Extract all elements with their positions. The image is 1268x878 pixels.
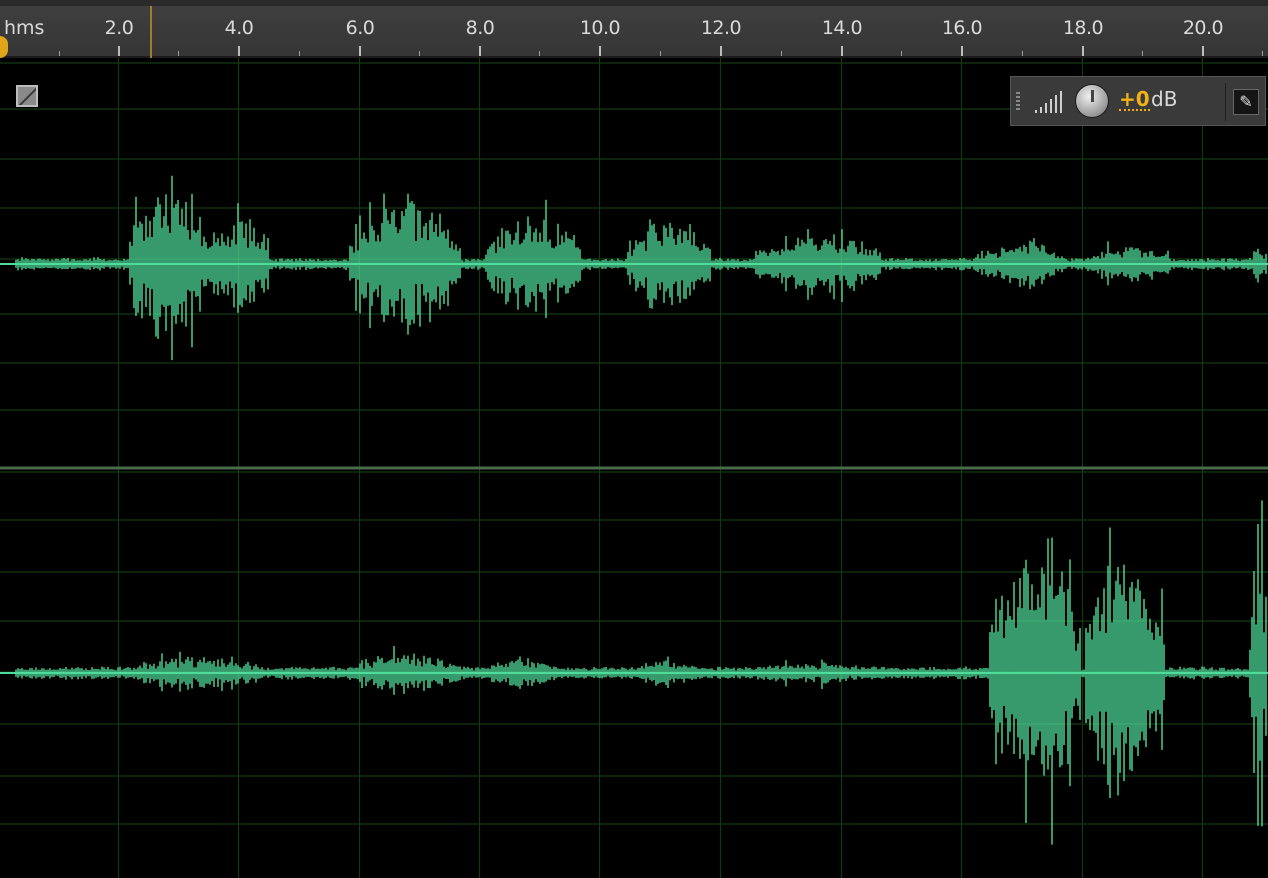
time-label: 12.0: [700, 17, 742, 39]
ruler-tick: [539, 51, 540, 56]
ruler-tick: [1262, 51, 1263, 56]
time-label: 8.0: [465, 17, 495, 39]
gain-value[interactable]: +0: [1119, 89, 1150, 111]
time-label: 2.0: [104, 17, 134, 39]
envelope-toggle-icon[interactable]: [16, 85, 38, 107]
pin-icon[interactable]: ✎: [1233, 89, 1259, 115]
time-ruler[interactable]: hms 2.0 4.0 6.0 8.0 10.0 12.0 14.0 16.0 …: [0, 0, 1268, 58]
volume-knob-icon[interactable]: [1075, 84, 1109, 118]
time-label: 14.0: [821, 17, 863, 39]
waveform-editor[interactable]: [0, 58, 1268, 878]
time-label: 20.0: [1182, 17, 1224, 39]
ruler-tick: [1202, 46, 1204, 56]
ruler-tick: [781, 51, 782, 56]
ruler-tick: [59, 51, 60, 56]
ruler-tick: [359, 46, 361, 56]
time-label: 10.0: [579, 17, 621, 39]
ruler-tick: [841, 46, 843, 56]
drag-grip-icon[interactable]: [1016, 92, 1020, 112]
ruler-tick: [479, 46, 481, 56]
hud-divider: [1225, 83, 1226, 121]
ruler-tick: [118, 46, 120, 56]
playhead-marker-icon[interactable]: [0, 36, 8, 58]
channel-1-waveform: [15, 175, 1267, 361]
ruler-tick: [961, 46, 963, 56]
time-units: hms: [4, 17, 45, 39]
ruler-tick: [1082, 46, 1084, 56]
ruler-tick: [419, 51, 420, 56]
ruler-tick: [299, 51, 300, 56]
ruler-tick: [238, 46, 240, 56]
ruler-tick: [720, 46, 722, 56]
ruler-tick: [1022, 51, 1023, 56]
time-label: 18.0: [1062, 17, 1104, 39]
waveform-svg: [0, 58, 1268, 878]
ruler-tick: [901, 51, 902, 56]
ruler-tick: [1142, 51, 1143, 56]
playhead[interactable]: [150, 6, 152, 58]
gain-unit: dB: [1151, 87, 1178, 111]
time-label: 4.0: [224, 17, 254, 39]
level-bars-icon: [1035, 91, 1065, 113]
volume-hud: +0 dB ✎: [1010, 76, 1266, 126]
ruler-tick: [599, 46, 601, 56]
ruler-tick: [178, 51, 179, 56]
time-label: 16.0: [941, 17, 983, 39]
time-label: 6.0: [345, 17, 375, 39]
ruler-tick: [660, 51, 661, 56]
